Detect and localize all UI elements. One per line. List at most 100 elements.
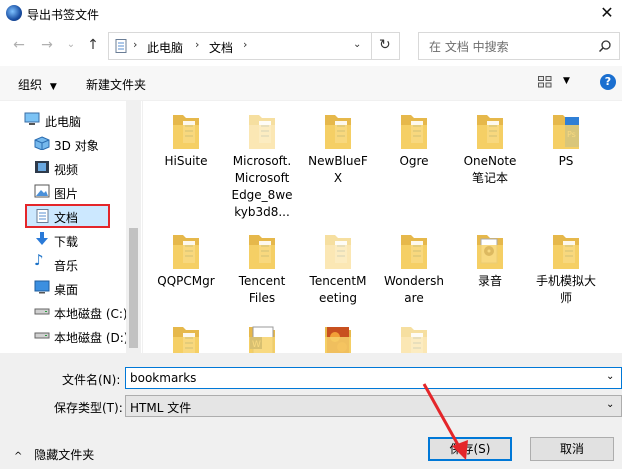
sidebar-item-label: 此电脑 [45, 115, 82, 129]
new-folder-button[interactable]: 新建文件夹 [86, 76, 146, 93]
folder-icon [171, 111, 201, 151]
sidebar-item-label: 本地磁盘 (C:) [54, 307, 128, 321]
file-item[interactable] [377, 313, 451, 353]
file-item[interactable]: 录音 [453, 221, 527, 333]
pictures-icon [34, 184, 50, 198]
file-item[interactable]: W [225, 313, 299, 353]
filename-field[interactable]: bookmarks ⌄ [125, 367, 622, 389]
up-arrow-icon[interactable]: ↑ [84, 36, 102, 54]
file-item[interactable]: OneNote 笔记本 [453, 101, 527, 213]
search-box[interactable] [418, 32, 620, 60]
sidebar-item-label: 桌面 [54, 283, 79, 297]
folder-icon: Ps [551, 111, 581, 151]
view-dropdown-triangle-icon[interactable]: ▼ [563, 76, 570, 86]
folder-icon [399, 111, 429, 151]
file-item[interactable]: Ogre [377, 101, 451, 213]
file-name: Tencent Files [238, 274, 286, 305]
sidebar-item-label: 视频 [54, 163, 79, 177]
file-list: HiSuite Microsoft. Microsoft Edge_8we kyb… [143, 101, 622, 353]
sidebar-item-videos[interactable]: 视频 [0, 156, 126, 180]
dropdown-triangle-icon: ▼ [49, 82, 57, 92]
forward-arrow-icon[interactable]: → [38, 36, 56, 54]
file-name: TencentM eeting [309, 274, 367, 305]
app-globe-icon [6, 5, 22, 21]
search-icon[interactable] [599, 40, 611, 52]
annotation-arrow [422, 383, 468, 460]
close-button[interactable]: ✕ [596, 2, 618, 24]
file-name: QQPCMgr [157, 274, 215, 288]
folder-icon: W [247, 323, 277, 353]
file-item[interactable]: NewBlueF X [301, 101, 375, 213]
refresh-icon[interactable]: ↻ [379, 37, 391, 53]
file-name: Ogre [399, 154, 429, 168]
file-item[interactable]: 手机模拟大 师 [529, 221, 603, 333]
folder-icon [475, 231, 505, 271]
folder-icon [323, 231, 353, 271]
filename-label: 文件名(N): [62, 373, 121, 387]
address-dropdown-chevron-icon[interactable]: ⌄ [353, 39, 361, 50]
folder-icon [323, 323, 353, 353]
sidebar-item-3d-objects[interactable]: 3D 对象 [0, 132, 126, 156]
breadcrumb-this-pc[interactable]: 此电脑 [147, 39, 183, 56]
hide-folders-toggle[interactable]: ^ 隐藏文件夹 [14, 446, 94, 463]
computer-icon [24, 112, 40, 125]
cube-3d-icon [34, 136, 50, 150]
folder-icon [323, 111, 353, 151]
filetype-value: HTML 文件 [130, 401, 192, 415]
view-options-icon[interactable] [538, 76, 552, 88]
documents-icon [36, 209, 49, 223]
file-item[interactable] [149, 313, 223, 353]
window-title: 导出书签文件 [27, 8, 100, 22]
download-icon [36, 232, 48, 245]
organize-label: 组织 [18, 78, 43, 92]
address-row: ← → ⌄ ↑ › 此电脑 › 文档 › ⌄ ↻ [0, 28, 622, 64]
sidebar-item-drive-d[interactable]: 本地磁盘 (D:) [0, 324, 128, 348]
address-bar[interactable]: › 此电脑 › 文档 › ⌄ ↻ [108, 32, 400, 60]
documents-icon [115, 39, 127, 53]
folder-icon [171, 231, 201, 271]
folder-icon [247, 231, 277, 271]
chevron-down-icon[interactable]: ⌄ [606, 399, 614, 410]
sidebar-item-desktop[interactable]: 桌面 [0, 276, 126, 300]
help-icon[interactable]: ? [600, 74, 616, 90]
sidebar-item-documents[interactable]: 文档 [25, 204, 110, 228]
sidebar-item-downloads[interactable]: 下载 [0, 228, 126, 252]
search-input[interactable] [427, 37, 601, 57]
breadcrumb-documents[interactable]: 文档 [209, 39, 233, 56]
sidebar-item-drive-c[interactable]: 本地磁盘 (C:) [0, 300, 128, 324]
back-arrow-icon[interactable]: ← [10, 36, 28, 54]
file-name: PS [558, 154, 574, 168]
desktop-icon [34, 280, 50, 294]
filetype-select[interactable]: HTML 文件 ⌄ [125, 395, 622, 417]
file-item[interactable]: HiSuite [149, 101, 223, 213]
video-icon [35, 161, 49, 173]
organize-menu-button[interactable]: 组织 ▼ [18, 76, 57, 93]
file-name: Microsoft. Microsoft Edge_8we kyb3d8... [231, 154, 293, 219]
save-form: 文件名(N): bookmarks ⌄ 保存类型(T): HTML 文件 ⌄ ^… [0, 353, 622, 469]
sidebar-item-pictures[interactable]: 图片 [0, 180, 126, 204]
breadcrumb-separator-icon: › [195, 38, 200, 51]
chevron-down-icon[interactable]: ⌄ [606, 371, 614, 382]
sidebar-item-this-pc[interactable]: 此电脑 [0, 108, 126, 132]
folder-icon [551, 231, 581, 271]
file-name: Wondersh are [384, 274, 444, 305]
drive-icon [34, 332, 50, 339]
breadcrumb-separator-icon: › [133, 38, 138, 51]
file-name: NewBlueF X [308, 154, 368, 185]
folder-icon [171, 323, 201, 353]
folder-icon [399, 323, 429, 353]
cancel-button[interactable]: 取消 [530, 437, 614, 461]
file-item[interactable] [301, 313, 375, 353]
address-divider [371, 33, 372, 59]
file-item[interactable]: Microsoft. Microsoft Edge_8we kyb3d8... [225, 101, 299, 219]
sidebar-item-label: 3D 对象 [54, 139, 99, 153]
recent-chevron-down-icon[interactable]: ⌄ [62, 36, 80, 54]
sidebar-scrollbar-thumb[interactable] [129, 228, 138, 348]
sidebar-item-music[interactable]: ♪ 音乐 [0, 252, 126, 276]
toolbar: 组织 ▼ 新建文件夹 ▼ ? [0, 66, 622, 101]
folder-icon [475, 111, 505, 151]
navigation-pane: 此电脑 3D 对象 视频 图片 文档 下载 ♪ 音乐 桌面 本地磁盘 (C:) … [0, 101, 143, 353]
file-item[interactable]: Ps PS [529, 101, 603, 213]
filename-value: bookmarks [130, 371, 197, 385]
folder-icon [247, 111, 277, 151]
